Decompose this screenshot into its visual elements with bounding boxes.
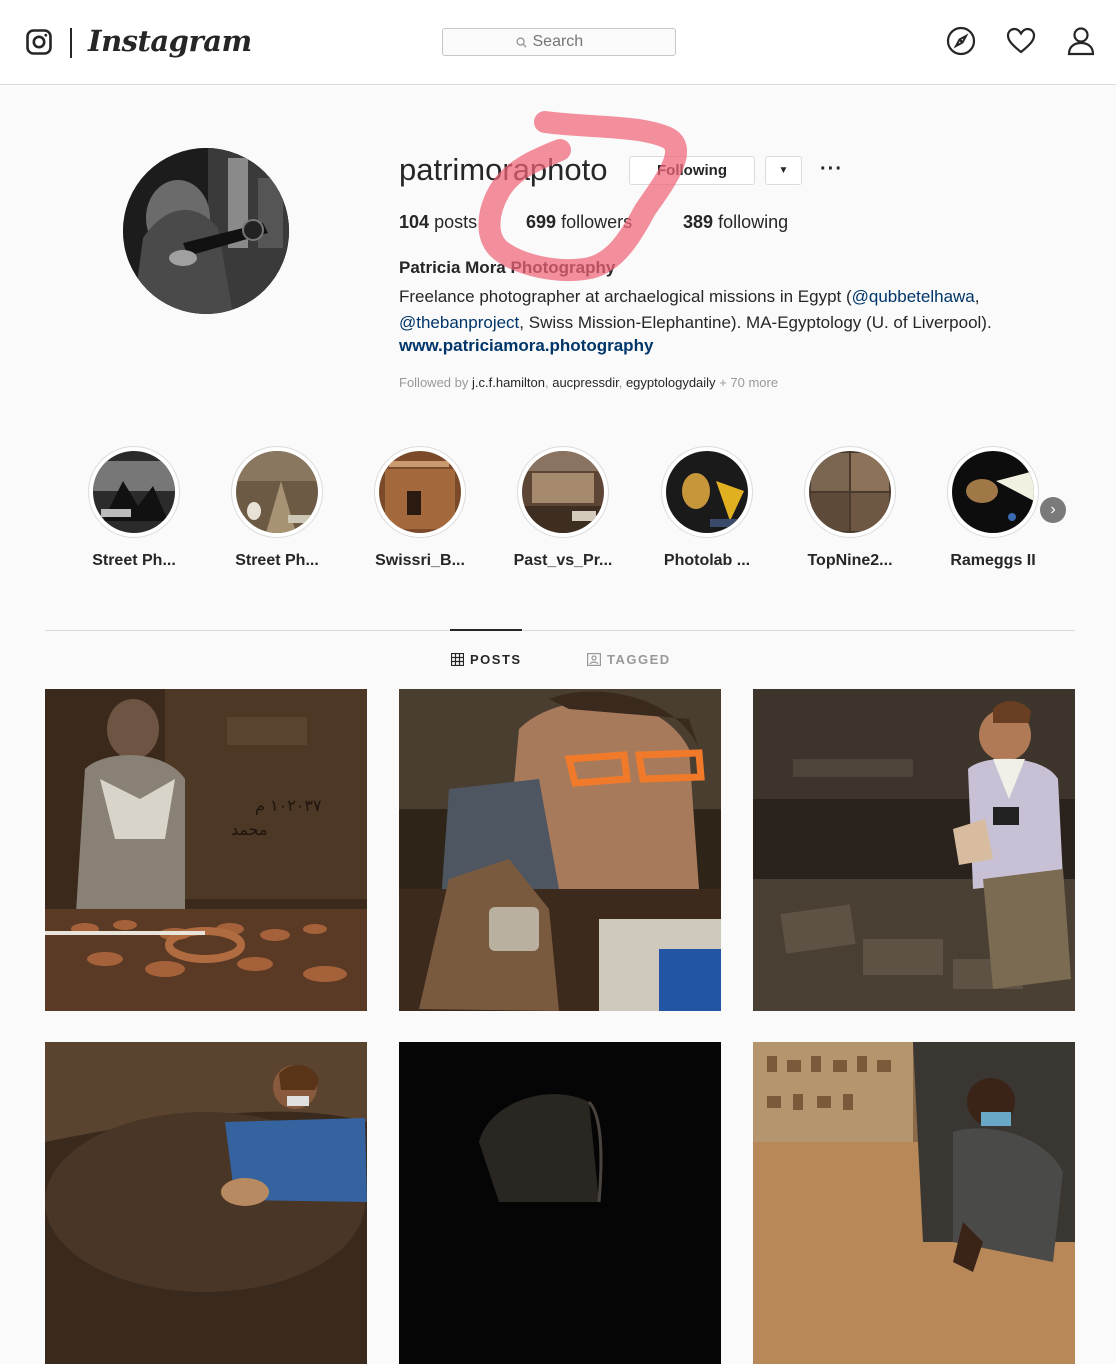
post-thumbnail[interactable] [399, 689, 721, 1011]
story-highlight[interactable] [517, 446, 609, 538]
bio-text: Freelance photographer at archaelogical … [399, 287, 852, 306]
tab-label: POSTS [470, 652, 522, 667]
followed-by: Followed by j.c.f.hamilton, aucpressdir,… [399, 375, 779, 390]
stories-next-arrow-icon[interactable]: › [1040, 497, 1066, 523]
story-highlight-label[interactable]: Past_vs_Pr... [498, 552, 628, 570]
post-thumbnail[interactable]: ١٠٢٠٣٧ م محمد [45, 689, 367, 1011]
followers-label: followers [561, 212, 633, 232]
following-stat[interactable]: 389 following [683, 212, 788, 233]
profile-bio: Freelance photographer at archaelogical … [399, 284, 1059, 336]
posts-count: 104 [399, 212, 430, 232]
profile-username: patrimoraphoto [399, 152, 608, 187]
post-thumbnail[interactable] [753, 689, 1075, 1011]
compass-icon[interactable] [946, 26, 976, 56]
followed-by-user[interactable]: egyptologydaily [626, 375, 716, 390]
tabs-divider [45, 630, 1075, 631]
posts-stat: 104 posts [399, 212, 477, 233]
active-tab-indicator [450, 629, 522, 631]
story-highlight[interactable] [804, 446, 896, 538]
heart-icon[interactable] [1006, 26, 1036, 56]
caret-down-icon: ▼ [778, 165, 789, 176]
followed-by-user[interactable]: aucpressdir [552, 375, 618, 390]
following-count: 389 [683, 212, 714, 232]
instagram-wordmark[interactable]: Instagram [88, 24, 252, 58]
svg-text:١٠٢٠٣٧ م: ١٠٢٠٣٧ م [255, 796, 322, 815]
tagged-portrait-icon [587, 653, 601, 666]
more-options-icon[interactable]: ··· [820, 158, 843, 181]
top-navigation-bar: Instagram [0, 0, 1116, 85]
posts-label: posts [434, 212, 478, 232]
mention-link[interactable]: @thebanproject [399, 313, 519, 332]
followed-by-more[interactable]: + 70 more [719, 375, 778, 390]
post-thumbnail[interactable] [753, 1042, 1075, 1364]
search-box[interactable] [442, 28, 676, 56]
bio-text: , Swiss Mission-Elephantine). MA-Egyptol… [519, 313, 992, 332]
followers-count: 699 [526, 212, 557, 232]
search-input[interactable] [532, 33, 603, 51]
bio-text: , [974, 287, 980, 306]
tab-posts[interactable]: POSTS [451, 652, 522, 667]
followers-stat[interactable]: 699 followers [526, 212, 632, 233]
svg-text:محمد: محمد [231, 820, 268, 839]
following-label: following [718, 212, 789, 232]
story-highlight-label[interactable]: Swissri_B... [355, 552, 485, 570]
suggestions-dropdown-button[interactable]: ▼ [765, 156, 802, 185]
followed-by-label: Followed by [399, 375, 469, 390]
story-highlight[interactable] [88, 446, 180, 538]
grid-icon [451, 653, 464, 666]
story-highlight-label[interactable]: Street Ph... [212, 552, 342, 570]
profile-website-link[interactable]: www.patriciamora.photography [399, 336, 653, 356]
story-highlight[interactable] [947, 446, 1039, 538]
post-thumbnail[interactable] [399, 1042, 721, 1364]
post-thumbnail[interactable] [45, 1042, 367, 1364]
story-highlight-label[interactable]: Photolab ... [642, 552, 772, 570]
mention-link[interactable]: @qubbetelhawa [852, 287, 975, 306]
story-highlight[interactable] [374, 446, 466, 538]
following-button[interactable]: Following [629, 156, 755, 185]
story-highlight[interactable] [231, 446, 323, 538]
story-highlight[interactable] [661, 446, 753, 538]
logo-divider [70, 28, 72, 58]
profile-avatar[interactable] [123, 148, 289, 314]
story-highlight-label[interactable]: TopNine2... [785, 552, 915, 570]
profile-full-name: Patricia Mora Photography [399, 258, 616, 277]
followed-by-user[interactable]: j.c.f.hamilton [472, 375, 545, 390]
tab-label: TAGGED [607, 652, 671, 667]
search-icon [515, 36, 527, 48]
instagram-glyph-icon[interactable] [26, 29, 52, 55]
tab-tagged[interactable]: TAGGED [587, 652, 671, 667]
profile-icon[interactable] [1066, 26, 1096, 56]
story-highlight-label[interactable]: Street Ph... [69, 552, 199, 570]
story-highlight-label[interactable]: Rameggs II [928, 552, 1058, 570]
